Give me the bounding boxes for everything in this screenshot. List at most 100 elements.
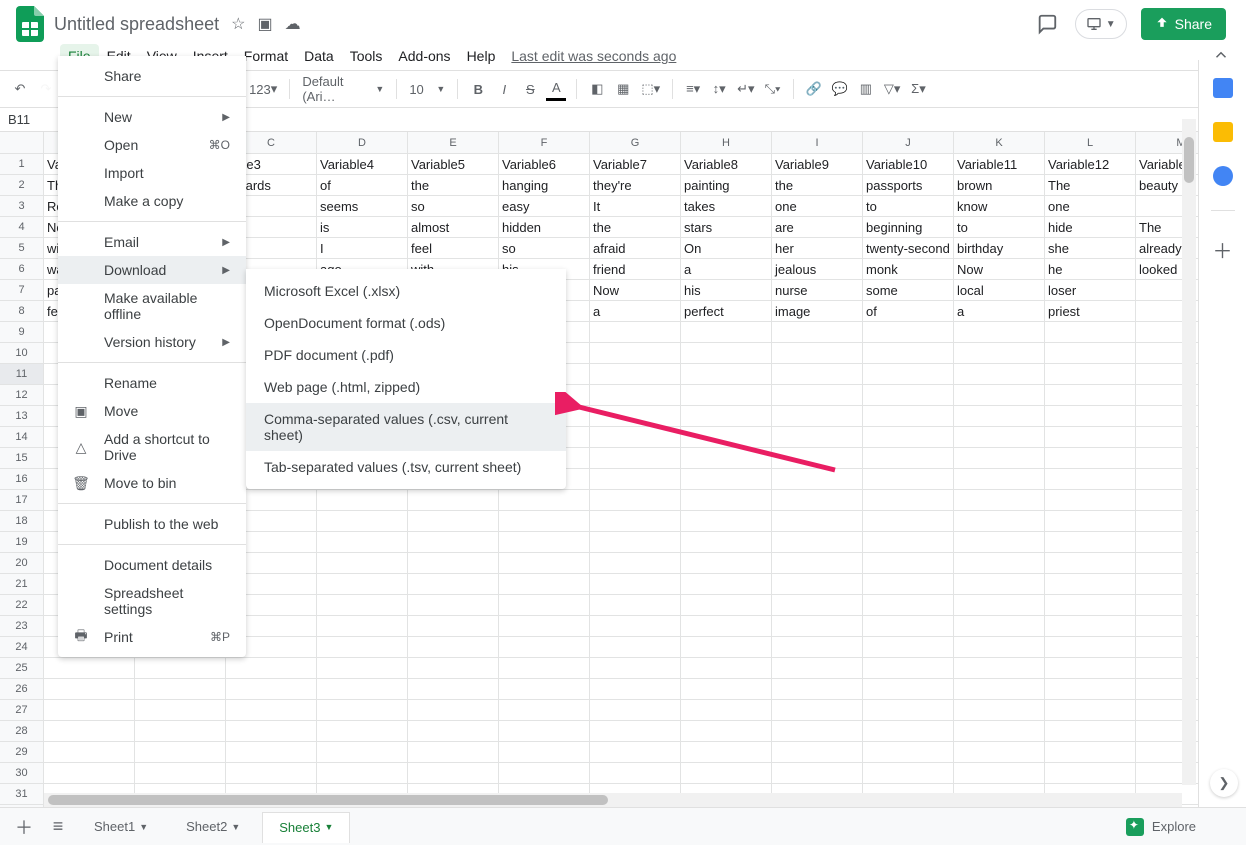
col-header[interactable]: D (317, 132, 408, 154)
cell[interactable]: some (863, 280, 954, 301)
row-header[interactable]: 3 (0, 196, 44, 217)
cell[interactable] (590, 532, 681, 553)
cell[interactable] (226, 721, 317, 742)
cell[interactable] (408, 721, 499, 742)
cell[interactable]: the (590, 217, 681, 238)
cell[interactable]: hide (1045, 217, 1136, 238)
cell[interactable] (681, 343, 772, 364)
cell[interactable] (408, 511, 499, 532)
cell[interactable]: the (408, 175, 499, 196)
cell[interactable] (408, 658, 499, 679)
row-header[interactable]: 15 (0, 448, 44, 469)
horizontal-scrollbar[interactable] (44, 793, 1182, 807)
row-header[interactable]: 27 (0, 700, 44, 721)
cell[interactable] (954, 763, 1045, 784)
star-icon[interactable]: ☆ (231, 14, 245, 34)
cell[interactable] (863, 616, 954, 637)
cell[interactable] (681, 469, 772, 490)
cell[interactable] (135, 658, 226, 679)
cell[interactable] (499, 574, 590, 595)
cell[interactable] (954, 616, 1045, 637)
cell[interactable] (499, 763, 590, 784)
cell[interactable] (135, 721, 226, 742)
cell[interactable] (772, 742, 863, 763)
cell[interactable] (317, 742, 408, 763)
cell[interactable] (499, 490, 590, 511)
cell[interactable] (863, 469, 954, 490)
row-header[interactable]: 1 (0, 154, 44, 175)
file-share[interactable]: Share (58, 62, 246, 90)
cell[interactable] (590, 700, 681, 721)
cell[interactable] (317, 490, 408, 511)
text-color-button[interactable]: A (546, 77, 566, 101)
row-header[interactable]: 12 (0, 385, 44, 406)
valign-button[interactable]: ↕▾ (709, 77, 729, 101)
cell[interactable]: loser (1045, 280, 1136, 301)
cell[interactable]: one (772, 196, 863, 217)
cell[interactable] (863, 364, 954, 385)
tab-sheet2[interactable]: Sheet2▼ (170, 811, 256, 842)
cell[interactable] (863, 553, 954, 574)
file-make-copy[interactable]: Make a copy (58, 187, 246, 215)
cell[interactable]: afraid (590, 238, 681, 259)
cell[interactable]: hidden (499, 217, 590, 238)
cell[interactable] (772, 658, 863, 679)
cell[interactable] (317, 595, 408, 616)
menu-tools[interactable]: Tools (342, 44, 391, 68)
cell[interactable]: so (408, 196, 499, 217)
cell[interactable]: twenty-second (863, 238, 954, 259)
hide-sidepanel-button[interactable]: ❯ (1210, 769, 1238, 797)
cell[interactable]: jealous (772, 259, 863, 280)
cell[interactable]: is (317, 217, 408, 238)
cell[interactable] (772, 406, 863, 427)
all-sheets-button[interactable]: ≡ (44, 813, 72, 841)
cell[interactable]: brown (954, 175, 1045, 196)
cell[interactable]: Variable10 (863, 154, 954, 175)
cell[interactable] (954, 658, 1045, 679)
cell[interactable] (954, 553, 1045, 574)
cell[interactable] (954, 511, 1045, 532)
row-header[interactable]: 16 (0, 469, 44, 490)
cell[interactable]: Variable9 (772, 154, 863, 175)
cell[interactable] (772, 364, 863, 385)
row-header[interactable]: 24 (0, 637, 44, 658)
cell[interactable] (681, 742, 772, 763)
cell[interactable] (772, 448, 863, 469)
row-header[interactable]: 31 (0, 784, 44, 805)
cell[interactable] (863, 532, 954, 553)
cell[interactable] (44, 700, 135, 721)
cell[interactable] (499, 616, 590, 637)
row-header[interactable]: 26 (0, 679, 44, 700)
file-move[interactable]: ▣Move (58, 397, 246, 425)
cell[interactable]: a (590, 301, 681, 322)
cell[interactable] (590, 343, 681, 364)
cell[interactable] (590, 595, 681, 616)
cell[interactable]: Variable8 (681, 154, 772, 175)
col-header[interactable]: E (408, 132, 499, 154)
cell[interactable] (681, 700, 772, 721)
cell[interactable]: a (954, 301, 1045, 322)
cell[interactable]: nurse (772, 280, 863, 301)
cell[interactable] (681, 448, 772, 469)
cell[interactable] (681, 532, 772, 553)
cell[interactable] (499, 553, 590, 574)
col-header[interactable]: L (1045, 132, 1136, 154)
cell[interactable]: I (317, 238, 408, 259)
font-family-select[interactable]: Default (Ari…▼ (300, 77, 386, 101)
cell[interactable] (681, 595, 772, 616)
cell[interactable] (590, 406, 681, 427)
download-xlsx[interactable]: Microsoft Excel (.xlsx) (246, 275, 566, 307)
cell[interactable]: It (590, 196, 681, 217)
name-box[interactable]: B11 (8, 112, 54, 127)
cell[interactable] (954, 679, 1045, 700)
cell[interactable] (772, 553, 863, 574)
cell[interactable] (317, 574, 408, 595)
row-header[interactable]: 10 (0, 343, 44, 364)
cell[interactable] (954, 427, 1045, 448)
borders-button[interactable]: ▦ (613, 77, 633, 101)
row-header[interactable]: 13 (0, 406, 44, 427)
cell[interactable] (226, 658, 317, 679)
cell[interactable] (772, 763, 863, 784)
bold-button[interactable]: B (468, 77, 488, 101)
cell[interactable] (681, 637, 772, 658)
